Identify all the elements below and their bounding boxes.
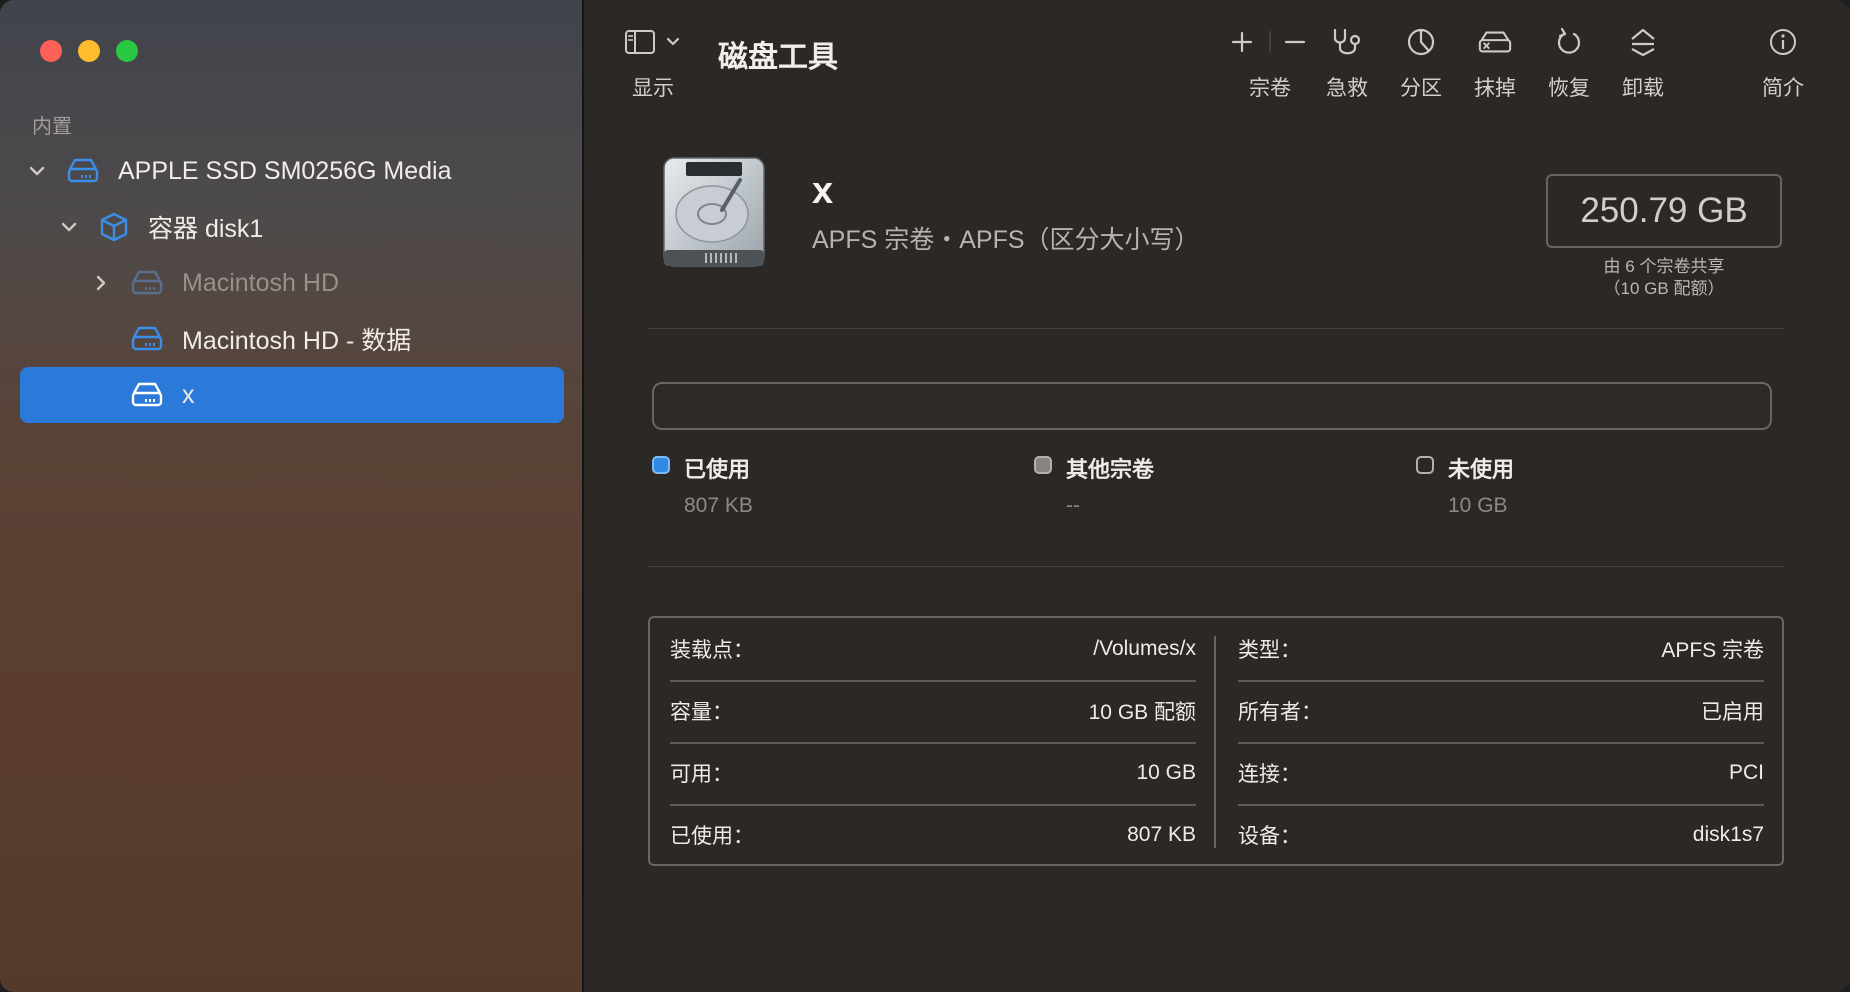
sidebar-item-apple-ssd[interactable]: APPLE SSD SM0256G Media <box>20 143 564 199</box>
add-remove-volume-icon <box>1220 24 1320 60</box>
volume-size-note: 由 6 个宗卷共享 （10 GB 配额） <box>1546 256 1782 300</box>
volume-disk-icon <box>130 324 164 354</box>
info-key: 装载点： <box>670 639 754 662</box>
unmount-icon <box>1625 24 1661 60</box>
info-key: 容量： <box>670 701 733 724</box>
info-capacity: 容量： 10 GB 配额 <box>670 680 1196 744</box>
internal-disk-icon <box>66 156 100 186</box>
volume-button[interactable]: 宗卷 <box>1220 24 1320 102</box>
usage-bar <box>652 382 1772 430</box>
info-key: 所有者： <box>1238 701 1322 724</box>
main-panel: 显示 磁盘工具 宗卷 急救 分区 抹掉 恢复 卸载 简介 x APFS 宗卷・A… <box>584 0 1850 992</box>
volume-label: 宗卷 <box>1249 77 1291 100</box>
sidebar: 内置 APPLE SSD SM0256G Media 容器 disk1 Maci… <box>0 0 584 992</box>
info-key: 可用： <box>670 763 733 786</box>
restore-label: 恢复 <box>1548 77 1590 100</box>
other-swatch <box>1034 456 1052 474</box>
first-aid-label: 急救 <box>1326 77 1368 100</box>
sidebar-item-macintosh-hd[interactable]: Macintosh HD <box>20 255 564 311</box>
info-key: 设备： <box>1238 825 1301 848</box>
restore-arrow-icon <box>1551 24 1587 60</box>
info-value: 10 GB <box>1136 761 1196 784</box>
info-used: 已使用： 807 KB <box>670 804 1196 866</box>
used-swatch <box>652 456 670 474</box>
volume-size: 250.79 GB <box>1546 174 1782 248</box>
restore-button[interactable]: 恢复 <box>1548 24 1590 102</box>
free-label: 未使用 <box>1448 457 1515 482</box>
info-device: 设备： disk1s7 <box>1238 804 1764 866</box>
free-value: 10 GB <box>1448 494 1508 517</box>
info-table: 装载点： /Volumes/x 容量： 10 GB 配额 可用： 10 GB 已… <box>648 616 1784 866</box>
volume-disk-icon <box>130 268 164 298</box>
info-value: PCI <box>1728 761 1764 784</box>
info-key: 类型： <box>1238 639 1301 662</box>
zoom-button[interactable] <box>116 40 138 62</box>
chevron-down-icon[interactable] <box>26 160 48 182</box>
info-value: disk1s7 <box>1692 823 1764 846</box>
info-key: 连接： <box>1238 763 1301 786</box>
partition-button[interactable]: 分区 <box>1400 24 1442 102</box>
chevron-down-icon[interactable] <box>58 216 80 238</box>
disk-utility-window: 内置 APPLE SSD SM0256G Media 容器 disk1 Maci… <box>0 0 1850 992</box>
info-value: 已启用 <box>1701 701 1764 724</box>
close-button[interactable] <box>40 40 62 62</box>
sidebar-item-label: Macintosh HD - 数据 <box>182 327 412 355</box>
info-connection: 连接： PCI <box>1238 742 1764 806</box>
unmount-label: 卸载 <box>1622 77 1664 100</box>
sidebar-toggle-icon <box>624 24 694 60</box>
sidebar-item-x[interactable]: x <box>20 367 564 423</box>
volume-subtitle: APFS 宗卷・APFS（区分大小写） <box>812 226 1200 254</box>
sidebar-item-label: 容器 disk1 <box>148 215 264 243</box>
info-button[interactable]: 简介 <box>1762 24 1804 102</box>
first-aid-button[interactable]: 急救 <box>1326 24 1368 102</box>
pie-chart-icon <box>1403 24 1439 60</box>
erase-disk-icon <box>1477 24 1513 60</box>
sidebar-item-label: x <box>182 380 195 409</box>
divider <box>648 566 1784 567</box>
container-cube-icon <box>98 211 132 242</box>
minimize-button[interactable] <box>78 40 100 62</box>
divider <box>648 328 1784 329</box>
info-mount-point: 装载点： /Volumes/x <box>670 618 1196 682</box>
partition-label: 分区 <box>1400 77 1442 100</box>
info-value: 10 GB 配额 <box>1088 701 1196 724</box>
other-value: -- <box>1066 494 1080 517</box>
sidebar-item-label: APPLE SSD SM0256G Media <box>118 156 452 185</box>
size-note-quota: （10 GB 配额） <box>1603 279 1725 298</box>
info-key: 已使用： <box>670 825 754 848</box>
stethoscope-icon <box>1329 24 1365 60</box>
hard-drive-icon <box>656 154 772 274</box>
other-label: 其他宗卷 <box>1066 457 1155 482</box>
view-button[interactable]: 显示 <box>624 24 694 102</box>
free-swatch <box>1416 456 1434 474</box>
chevron-right-icon[interactable] <box>90 272 112 294</box>
info-available: 可用： 10 GB <box>670 742 1196 806</box>
sidebar-section-internal: 内置 <box>32 116 72 138</box>
sidebar-item-macintosh-hd-data[interactable]: Macintosh HD - 数据 <box>20 311 564 367</box>
size-note-shared: 由 6 个宗卷共享 <box>1603 257 1725 276</box>
volume-name: x <box>812 170 834 212</box>
info-type: 类型： APFS 宗卷 <box>1238 618 1764 682</box>
sidebar-item-label: Macintosh HD <box>182 268 339 297</box>
erase-label: 抹掉 <box>1474 77 1516 100</box>
info-icon <box>1765 24 1801 60</box>
erase-button[interactable]: 抹掉 <box>1474 24 1516 102</box>
info-label: 简介 <box>1762 77 1804 100</box>
sidebar-item-container-disk1[interactable]: 容器 disk1 <box>20 199 564 255</box>
used-value: 807 KB <box>684 494 753 517</box>
volume-disk-icon <box>130 380 164 410</box>
used-label: 已使用 <box>684 457 751 482</box>
window-controls <box>40 40 138 62</box>
info-column-divider <box>1214 636 1216 848</box>
unmount-button[interactable]: 卸载 <box>1622 24 1664 102</box>
info-value: APFS 宗卷 <box>1661 639 1764 662</box>
info-owners: 所有者： 已启用 <box>1238 680 1764 744</box>
info-value: 807 KB <box>1127 823 1196 846</box>
info-value: /Volumes/x <box>1093 637 1196 660</box>
app-title: 磁盘工具 <box>718 41 838 74</box>
view-label: 显示 <box>632 77 674 100</box>
